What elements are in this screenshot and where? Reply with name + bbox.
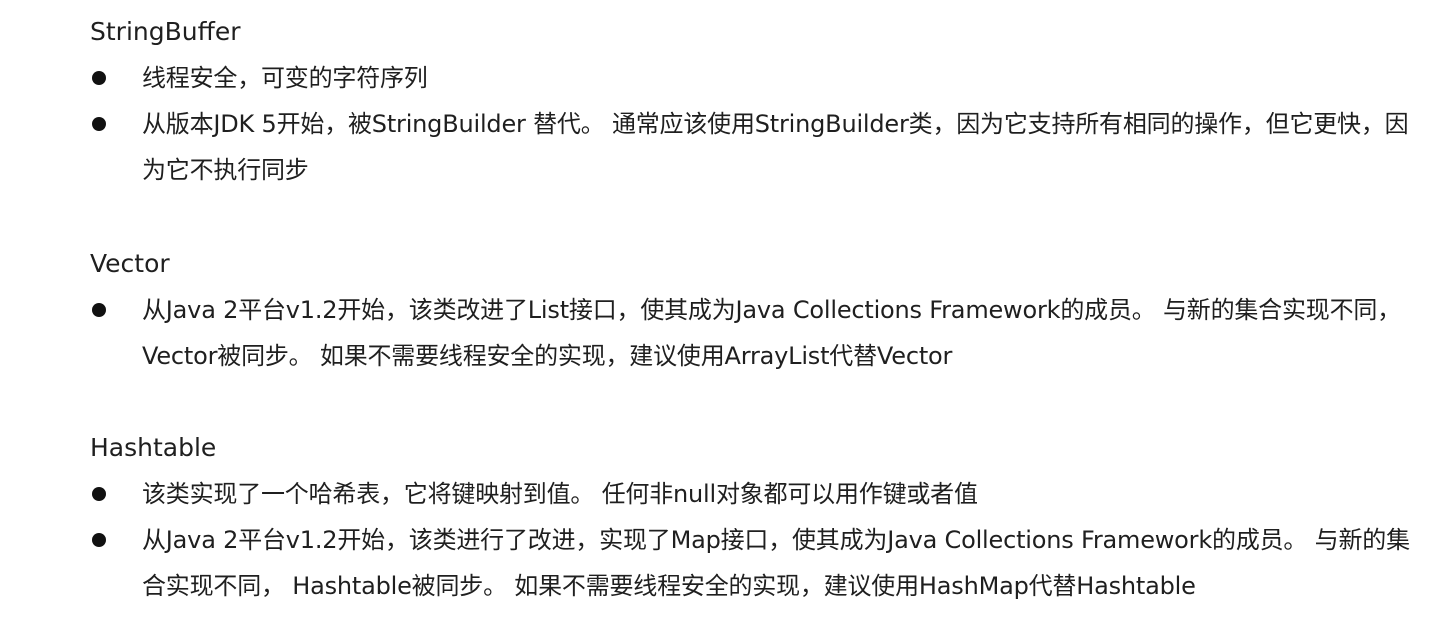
- bullet-item: 从版本JDK 5开始，被StringBuilder 替代。 通常应该使用Stri…: [90, 101, 1420, 193]
- bullet-dot-icon: [92, 117, 106, 131]
- section-title: Hashtable: [90, 433, 217, 462]
- bullet-dot-icon: [92, 303, 106, 317]
- bullet-text: 线程安全，可变的字符序列: [142, 64, 428, 92]
- bullet-list: 从Java 2平台v1.2开始，该类改进了List接口，使其成为Java Col…: [90, 287, 1420, 379]
- section-stringbuffer: StringBuffer 线程安全，可变的字符序列 从版本JDK 5开始，被St…: [90, 9, 1420, 193]
- bullet-item: 该类实现了一个哈希表，它将键映射到值。 任何非null对象都可以用作键或者值: [90, 471, 1420, 517]
- bullet-text: 从版本JDK 5开始，被StringBuilder 替代。 通常应该使用Stri…: [142, 110, 1409, 184]
- bullet-text: 从Java 2平台v1.2开始，该类改进了List接口，使其成为Java Col…: [142, 296, 1401, 370]
- section-title: StringBuffer: [90, 17, 241, 46]
- section-title: Vector: [90, 249, 170, 278]
- bullet-text: 该类实现了一个哈希表，它将键映射到值。 任何非null对象都可以用作键或者值: [142, 480, 978, 508]
- bullet-item: 从Java 2平台v1.2开始，该类进行了改进，实现了Map接口，使其成为Jav…: [90, 517, 1420, 609]
- bullet-list: 该类实现了一个哈希表，它将键映射到值。 任何非null对象都可以用作键或者值 从…: [90, 471, 1420, 609]
- bullet-text: 从Java 2平台v1.2开始，该类进行了改进，实现了Map接口，使其成为Jav…: [142, 526, 1410, 600]
- section-hashtable: Hashtable 该类实现了一个哈希表，它将键映射到值。 任何非null对象都…: [90, 425, 1420, 609]
- bullet-dot-icon: [92, 487, 106, 501]
- bullet-list: 线程安全，可变的字符序列 从版本JDK 5开始，被StringBuilder 替…: [90, 55, 1420, 193]
- bullet-dot-icon: [92, 533, 106, 547]
- bullet-item: 从Java 2平台v1.2开始，该类改进了List接口，使其成为Java Col…: [90, 287, 1420, 379]
- bullet-item: 线程安全，可变的字符序列: [90, 55, 1420, 101]
- section-vector: Vector 从Java 2平台v1.2开始，该类改进了List接口，使其成为J…: [90, 241, 1420, 379]
- document-page: StringBuffer 线程安全，可变的字符序列 从版本JDK 5开始，被St…: [0, 0, 1455, 629]
- bullet-dot-icon: [92, 71, 106, 85]
